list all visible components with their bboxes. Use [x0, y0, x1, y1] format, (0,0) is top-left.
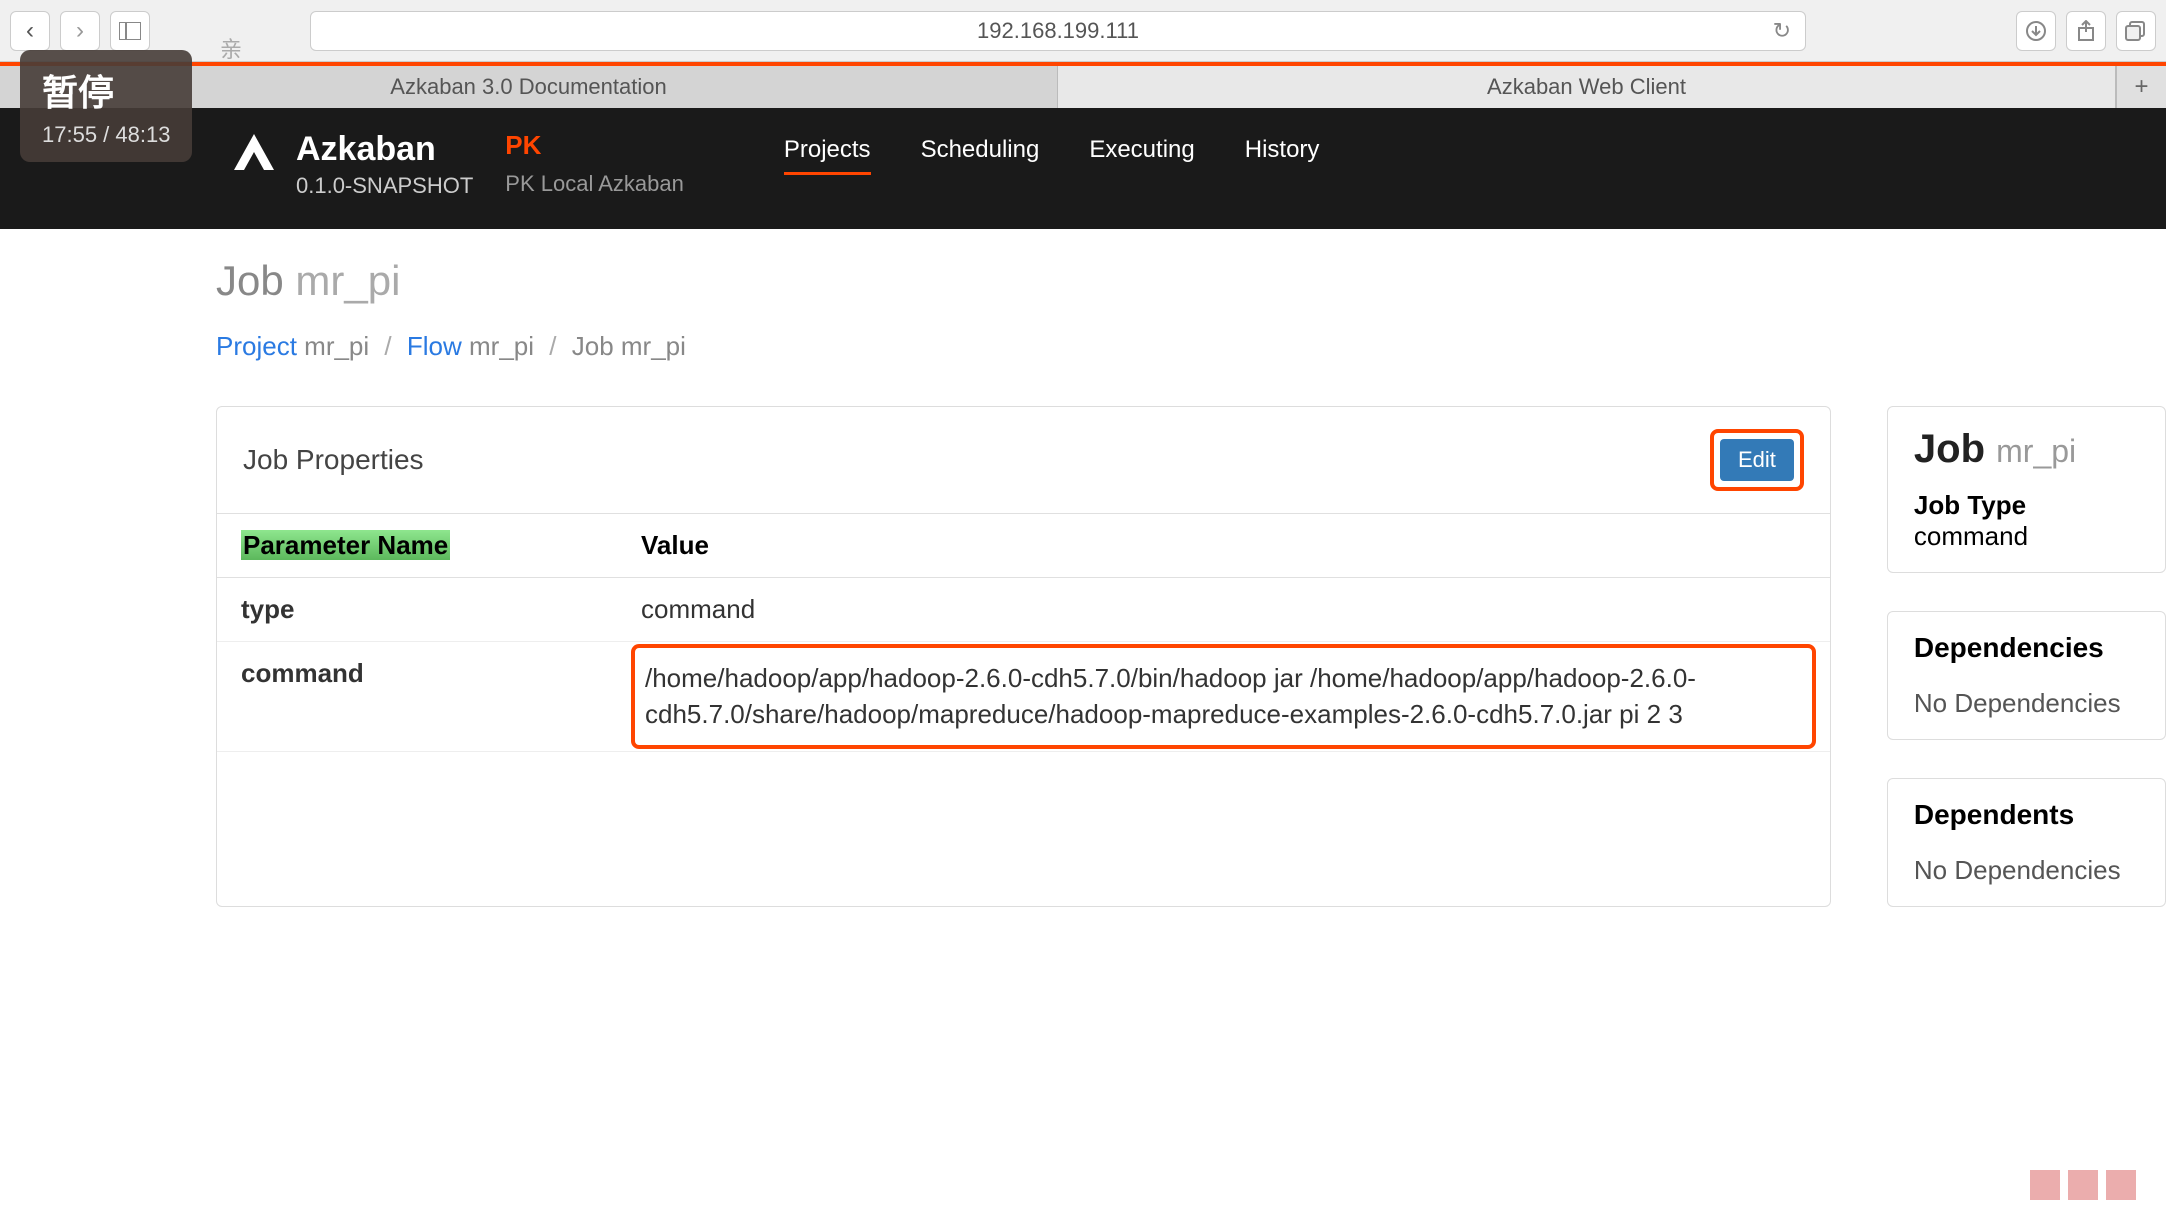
command-highlight: /home/hadoop/app/hadoop-2.6.0-cdh5.7.0/b…	[631, 644, 1816, 749]
value-command: /home/hadoop/app/hadoop-2.6.0-cdh5.7.0/b…	[617, 642, 1830, 752]
job-summary-panel: Job mr_pi Job Type command	[1887, 406, 2166, 573]
forward-button[interactable]: ›	[60, 11, 100, 51]
instance-name: PK	[505, 130, 684, 161]
new-tab-button[interactable]: +	[2116, 66, 2166, 108]
page-title: Job mr_pi	[216, 257, 2166, 305]
dependents-panel: Dependents No Dependencies	[1887, 778, 2166, 907]
sidebar: Job mr_pi Job Type command Dependencies …	[1887, 406, 2166, 907]
logo-block: Azkaban 0.1.0-SNAPSHOT PK PK Local Azkab…	[230, 130, 684, 199]
sidebar-toggle-button[interactable]	[110, 11, 150, 51]
bookmark-char: 亲	[220, 32, 242, 64]
browser-toolbar: ‹ › 亲 192.168.199.111 ↻	[0, 0, 2166, 62]
back-button[interactable]: ‹	[10, 11, 50, 51]
dependencies-body: No Dependencies	[1914, 688, 2139, 719]
brand-name: Azkaban	[296, 130, 473, 169]
address-bar[interactable]: 192.168.199.111 ↻	[310, 11, 1806, 51]
time-label: 17:55 / 48:13	[42, 122, 170, 148]
param-type: type	[217, 578, 617, 642]
video-overlay: 暂停 17:55 / 48:13	[20, 50, 192, 162]
nav-projects[interactable]: Projects	[784, 136, 871, 175]
reload-icon[interactable]: ↻	[1773, 18, 1791, 44]
pause-label: 暂停	[42, 64, 170, 116]
col-value: Value	[617, 514, 1830, 578]
job-properties-panel: Job Properties Edit Parameter Name Value…	[216, 406, 1831, 907]
dependencies-panel: Dependencies No Dependencies	[1887, 611, 2166, 740]
dependents-title: Dependents	[1914, 799, 2139, 837]
version-text: 0.1.0-SNAPSHOT	[296, 173, 473, 199]
job-type-row: Job Type command	[1914, 490, 2139, 552]
value-type: command	[617, 578, 1830, 642]
page-body: Job mr_pi Project mr_pi / Flow mr_pi / J…	[0, 229, 2166, 907]
breadcrumb-project[interactable]: Project mr_pi	[216, 331, 369, 361]
dependents-body: No Dependencies	[1914, 855, 2139, 886]
url-text: 192.168.199.111	[977, 18, 1139, 44]
main-nav: Projects Scheduling Executing History	[784, 130, 1320, 175]
properties-table: Parameter Name Value type command comman…	[217, 514, 1830, 752]
breadcrumb-flow[interactable]: Flow mr_pi	[407, 331, 534, 361]
tab-bar: Azkaban 3.0 Documentation Azkaban Web Cl…	[0, 62, 2166, 108]
breadcrumb: Project mr_pi / Flow mr_pi / Job mr_pi	[216, 331, 2166, 362]
watermark	[2030, 1170, 2136, 1200]
nav-scheduling[interactable]: Scheduling	[921, 136, 1040, 175]
edit-button[interactable]: Edit	[1720, 439, 1794, 481]
job-summary-title: Job mr_pi	[1914, 427, 2139, 472]
panel-title: Job Properties	[243, 444, 424, 476]
tab-webclient[interactable]: Azkaban Web Client	[1058, 66, 2116, 108]
azkaban-logo-icon	[230, 130, 278, 178]
share-button[interactable]	[2066, 11, 2106, 51]
breadcrumb-job: Job mr_pi	[572, 331, 686, 361]
tabs-button[interactable]	[2116, 11, 2156, 51]
nav-history[interactable]: History	[1245, 136, 1320, 175]
edit-highlight: Edit	[1710, 429, 1804, 491]
table-row: type command	[217, 578, 1830, 642]
instance-desc: PK Local Azkaban	[505, 171, 684, 197]
app-header: Azkaban 0.1.0-SNAPSHOT PK PK Local Azkab…	[0, 108, 2166, 229]
nav-executing[interactable]: Executing	[1089, 136, 1194, 175]
downloads-button[interactable]	[2016, 11, 2056, 51]
param-command: command	[217, 642, 617, 752]
dependencies-title: Dependencies	[1914, 632, 2139, 670]
table-row: command /home/hadoop/app/hadoop-2.6.0-cd…	[217, 642, 1830, 752]
col-param-name: Parameter Name	[217, 514, 617, 578]
